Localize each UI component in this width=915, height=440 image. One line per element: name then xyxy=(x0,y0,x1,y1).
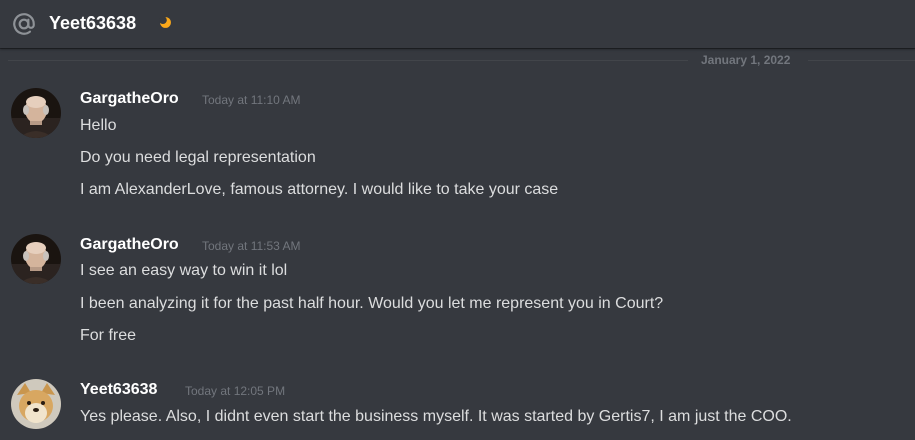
doge-shiba-avatar xyxy=(11,379,61,429)
message-timestamp: Today at 12:05 PM xyxy=(185,384,286,398)
message-timestamp: Today at 11:53 AM xyxy=(202,239,301,253)
message-timestamp: Today at 11:10 AM xyxy=(202,93,301,107)
channel-header: Yeet63638 xyxy=(0,0,915,48)
bald-man-portrait-avatar xyxy=(11,234,61,284)
message-line: Hello xyxy=(80,117,117,134)
avatar[interactable] xyxy=(11,379,61,429)
avatar[interactable] xyxy=(11,88,61,138)
at-sign-icon xyxy=(13,13,35,35)
divider-line-right xyxy=(808,60,915,61)
message-line: For free xyxy=(80,327,137,344)
message-line: I been analyzing it for the past half ho… xyxy=(80,295,664,312)
date-label: January 1, 2022 xyxy=(697,52,795,68)
message-line: I am AlexanderLove, famous attorney. I w… xyxy=(80,181,559,198)
divider-line-left xyxy=(8,60,688,61)
message-line: Do you need legal representation xyxy=(80,149,316,166)
message-line: I see an easy way to win it lol xyxy=(80,262,288,279)
date-divider: January 1, 2022 xyxy=(0,52,915,68)
message-author[interactable]: Yeet63638 xyxy=(80,379,157,401)
dm-username[interactable]: Yeet63638 xyxy=(49,11,136,35)
message-line: Yes please. Also, I didnt even start the… xyxy=(80,408,792,425)
message-author[interactable]: GargatheOro xyxy=(80,234,179,256)
message-author[interactable]: GargatheOro xyxy=(80,88,179,110)
avatar[interactable] xyxy=(11,234,61,284)
idle-moon-icon xyxy=(159,16,171,28)
bald-man-portrait-avatar xyxy=(11,88,61,138)
